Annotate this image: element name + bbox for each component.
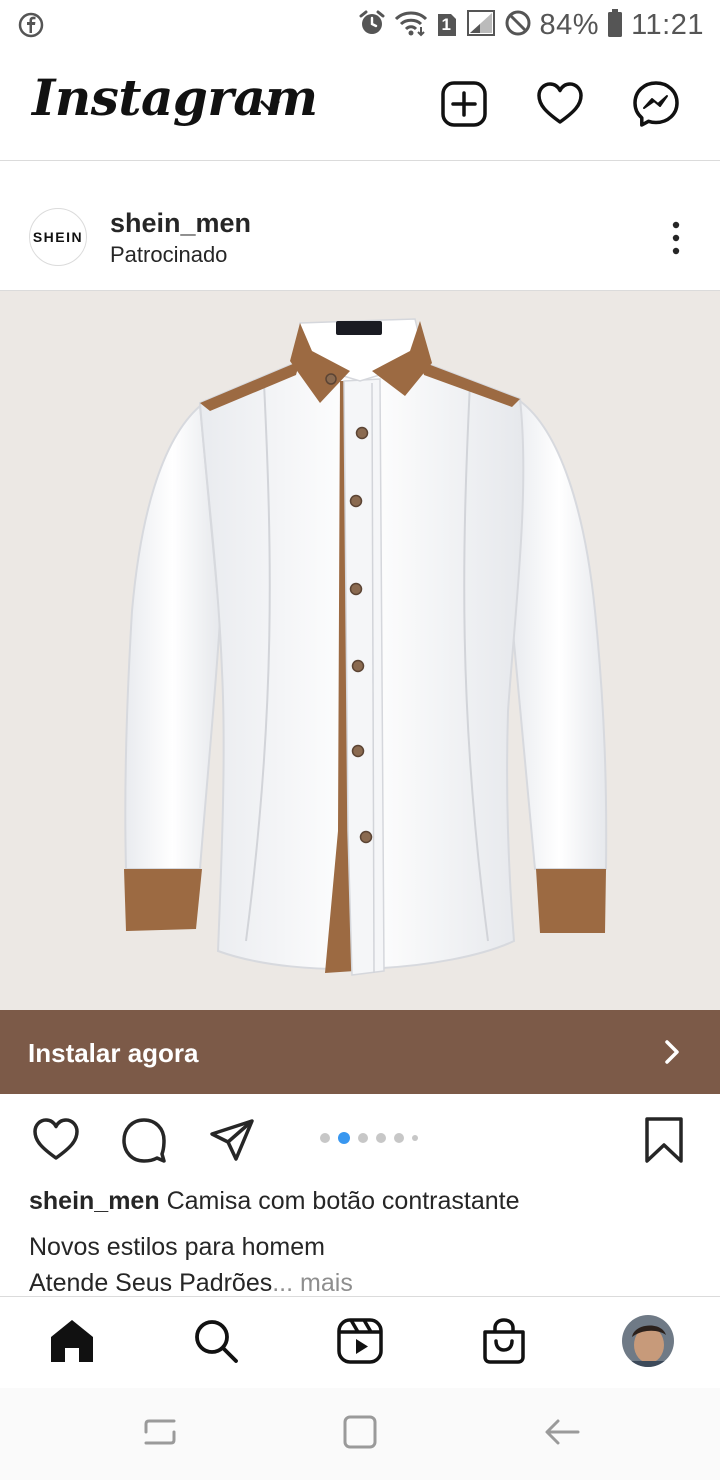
reels-icon[interactable] [336,1317,384,1365]
caption-line-3: Atende Seus Padrões... mais [29,1269,353,1298]
post-username[interactable]: shein_men [110,208,251,239]
signal-icon [466,9,496,42]
chevron-right-icon [660,1038,684,1066]
wifi-icon [394,9,428,42]
back-icon[interactable] [542,1412,582,1452]
caption-line-3-text: Atende Seus Padrões [29,1269,273,1297]
facebook-icon [18,12,44,43]
brand-avatar-text: SHEIN [32,229,84,245]
caption-text: Camisa com botão contrastante [166,1187,520,1215]
caption-line-1: shein_men Camisa com botão contrastante [29,1187,520,1216]
new-post-icon[interactable] [440,80,488,128]
system-nav-bar [0,1388,720,1480]
profile-avatar[interactable] [622,1315,674,1367]
cta-label: Instalar agora [28,1038,199,1068]
activity-heart-icon[interactable] [536,80,584,128]
dnd-icon [504,9,532,42]
caption-line-2: Novos estilos para homem [29,1233,325,1261]
alarm-icon [358,9,386,42]
bookmark-icon[interactable] [640,1116,688,1164]
carousel-dot [412,1135,418,1141]
comment-icon[interactable] [120,1116,168,1164]
caption-ellipsis: ... [272,1269,294,1297]
home-square-icon[interactable] [340,1412,380,1452]
carousel-dot [358,1133,368,1143]
home-icon[interactable] [48,1317,96,1365]
more-options-icon[interactable] [664,220,688,260]
battery-percent: 84% [539,8,600,41]
carousel-dot-active [338,1132,350,1144]
recent-apps-icon[interactable] [140,1412,180,1452]
battery-icon [607,8,623,43]
status-bar: 1 84% 11:21 [0,0,720,50]
sim-icon: 1 [436,12,458,38]
post-image[interactable] [0,291,720,1010]
sim-badge: 1 [441,15,451,34]
bottom-nav [0,1296,720,1388]
like-heart-icon[interactable] [32,1116,80,1164]
install-cta-button[interactable]: Instalar agora [0,1010,720,1094]
clock: 11:21 [631,8,704,41]
carousel-dot [394,1133,404,1143]
share-send-icon[interactable] [208,1116,256,1164]
shirt-illustration [124,318,608,976]
post-header: SHEIN shein_men Patrocinado [0,162,720,290]
carousel-dot [320,1133,330,1143]
carousel-dot [376,1133,386,1143]
caption-username[interactable]: shein_men [29,1187,160,1215]
app-header: Instagram [0,58,720,160]
search-icon[interactable] [192,1317,240,1365]
caption-more-link[interactable]: mais [300,1269,353,1297]
brand-avatar[interactable]: SHEIN [29,208,87,266]
header-divider [0,160,720,161]
sponsored-label: Patrocinado [110,242,228,267]
shop-icon[interactable] [480,1317,528,1365]
chevron-down-icon[interactable] [258,98,282,119]
carousel-indicator [320,1132,418,1144]
messenger-icon[interactable] [632,80,680,128]
